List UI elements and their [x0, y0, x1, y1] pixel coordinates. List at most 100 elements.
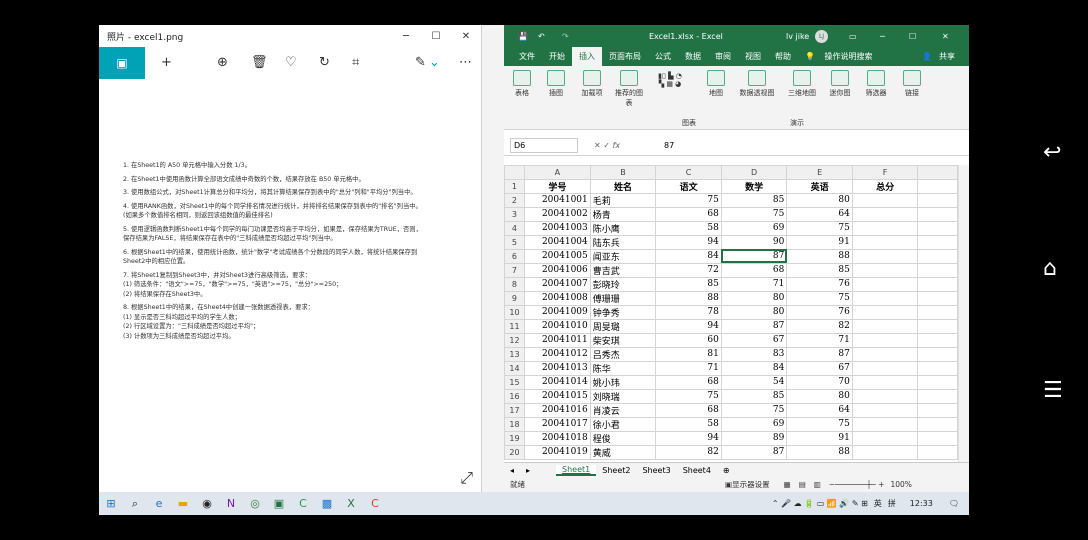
cell[interactable]: 71 [720, 276, 788, 292]
cell[interactable]: 20041009 [523, 304, 591, 320]
share-button[interactable]: 👤 共享 [915, 47, 969, 66]
fx-icon[interactable]: ✕ ✓ fx [594, 141, 660, 150]
cell[interactable]: 91 [786, 430, 853, 446]
cell[interactable]: 杨青 [589, 206, 657, 222]
tab-review[interactable]: 审阅 [708, 47, 738, 66]
cell[interactable]: 71 [786, 332, 853, 348]
cell[interactable]: 84 [720, 360, 788, 376]
illustrations-button[interactable]: 插图 [540, 70, 572, 98]
cell[interactable]: 87 [720, 444, 788, 460]
minimize-button[interactable]: ─ [391, 31, 421, 42]
row-number[interactable]: 19 [504, 430, 525, 446]
cell[interactable] [917, 304, 958, 320]
tab-page-layout[interactable]: 页面布局 [602, 47, 648, 66]
cell[interactable]: 20041001 [523, 192, 591, 208]
cell[interactable] [917, 192, 958, 208]
sparklines-button[interactable]: 迷你图 [824, 70, 856, 98]
cell[interactable] [917, 346, 958, 362]
cell[interactable]: 20041007 [523, 276, 591, 292]
cell[interactable] [851, 332, 919, 348]
cell[interactable]: 72 [655, 262, 722, 278]
ime-mode[interactable]: 英 [874, 498, 882, 509]
row-number[interactable]: 16 [504, 388, 525, 404]
tables-button[interactable]: 表格 [506, 70, 538, 98]
onenote-icon[interactable]: N [219, 497, 243, 510]
cell[interactable]: 周旻璐 [589, 318, 657, 334]
cell[interactable]: 85 [786, 262, 853, 278]
menu-icon[interactable]: ☰ [1043, 378, 1063, 403]
cell[interactable]: 70 [786, 374, 853, 390]
cell[interactable]: 20041003 [523, 220, 591, 236]
cell[interactable] [917, 374, 958, 390]
cell[interactable]: 20041008 [523, 290, 591, 306]
worksheet-grid[interactable]: ABCDEF 1 学号 姓名 语文 数学 英语 总分 2 20041001 毛莉 75 85 80 3 20… [504, 165, 958, 462]
column-header[interactable]: C [655, 165, 722, 180]
cell[interactable]: 75 [655, 388, 722, 404]
ribbon-display-icon[interactable]: ▭ [849, 32, 857, 41]
cell[interactable] [851, 318, 919, 334]
cell[interactable]: 67 [720, 332, 788, 348]
file-explorer-icon[interactable]: ▬ [171, 497, 195, 510]
cell[interactable]: 64 [786, 206, 853, 222]
cell[interactable]: 钟争秀 [589, 304, 657, 320]
app-icon[interactable]: ◉ [195, 497, 219, 510]
cell[interactable] [851, 206, 919, 222]
cell[interactable]: 68 [720, 262, 788, 278]
cell[interactable] [851, 290, 919, 306]
chrome-icon[interactable]: ◎ [243, 497, 267, 510]
cell[interactable]: 90 [720, 234, 788, 250]
pivot-chart-button[interactable]: 数据透视图 [734, 70, 780, 98]
cell[interactable]: 20041004 [523, 234, 591, 250]
cell[interactable]: 陈小鹰 [589, 220, 657, 236]
prev-sheet-icon[interactable]: ◂ [504, 466, 520, 475]
save-icon[interactable]: 💾 [518, 32, 528, 41]
row-number[interactable]: 12 [504, 332, 525, 348]
tab-sheet3[interactable]: Sheet3 [636, 466, 676, 475]
cell[interactable]: 20041011 [523, 332, 591, 348]
row-number[interactable]: 6 [504, 248, 525, 264]
add-icon[interactable]: + [161, 55, 172, 70]
edit-icon[interactable]: ✎ [415, 55, 426, 70]
vertical-scrollbar[interactable] [958, 165, 969, 462]
cell[interactable] [917, 262, 958, 278]
cell[interactable]: 67 [786, 360, 853, 376]
red-app-icon[interactable]: C [363, 497, 387, 510]
edge-icon[interactable]: e [147, 497, 171, 510]
cell[interactable] [851, 192, 919, 208]
cell[interactable]: 68 [655, 206, 722, 222]
tab-sheet1[interactable]: Sheet1 [556, 464, 597, 476]
cell[interactable]: 78 [655, 304, 722, 320]
cell[interactable]: 姚小玮 [589, 374, 657, 390]
cell[interactable]: 88 [655, 290, 722, 306]
map-button[interactable]: 地图 [700, 70, 732, 98]
delete-icon[interactable]: 🗑 [251, 55, 268, 70]
cell[interactable] [917, 178, 958, 194]
cell[interactable]: 81 [655, 346, 722, 362]
cell[interactable]: 20041016 [523, 402, 591, 418]
cell[interactable]: 68 [655, 374, 722, 390]
cell[interactable]: 75 [720, 402, 788, 418]
cell[interactable]: 85 [720, 192, 788, 208]
cell[interactable]: 黄威 [589, 444, 657, 460]
tab-insert[interactable]: 插入 [572, 47, 602, 66]
cell[interactable] [917, 388, 958, 404]
cell[interactable] [917, 430, 958, 446]
cell[interactable]: 68 [655, 402, 722, 418]
cell[interactable] [917, 234, 958, 250]
row-number[interactable]: 3 [504, 206, 525, 222]
column-header[interactable]: E [786, 165, 853, 180]
cell[interactable]: 88 [786, 444, 853, 460]
cell[interactable]: 91 [786, 234, 853, 250]
header-cell[interactable]: 英语 [786, 178, 853, 194]
crop-icon[interactable]: ⌗ [352, 55, 359, 70]
cell[interactable]: 69 [720, 220, 788, 236]
cell[interactable] [917, 206, 958, 222]
cell[interactable]: 曹吉武 [589, 262, 657, 278]
header-cell[interactable]: 总分 [851, 178, 919, 194]
cell[interactable]: 75 [786, 220, 853, 236]
cell[interactable] [851, 430, 919, 446]
excel-taskbar-icon[interactable]: X [339, 497, 363, 510]
search-icon[interactable]: ⌕ [123, 497, 147, 511]
cell[interactable]: 20041010 [523, 318, 591, 334]
cell[interactable]: 80 [786, 192, 853, 208]
